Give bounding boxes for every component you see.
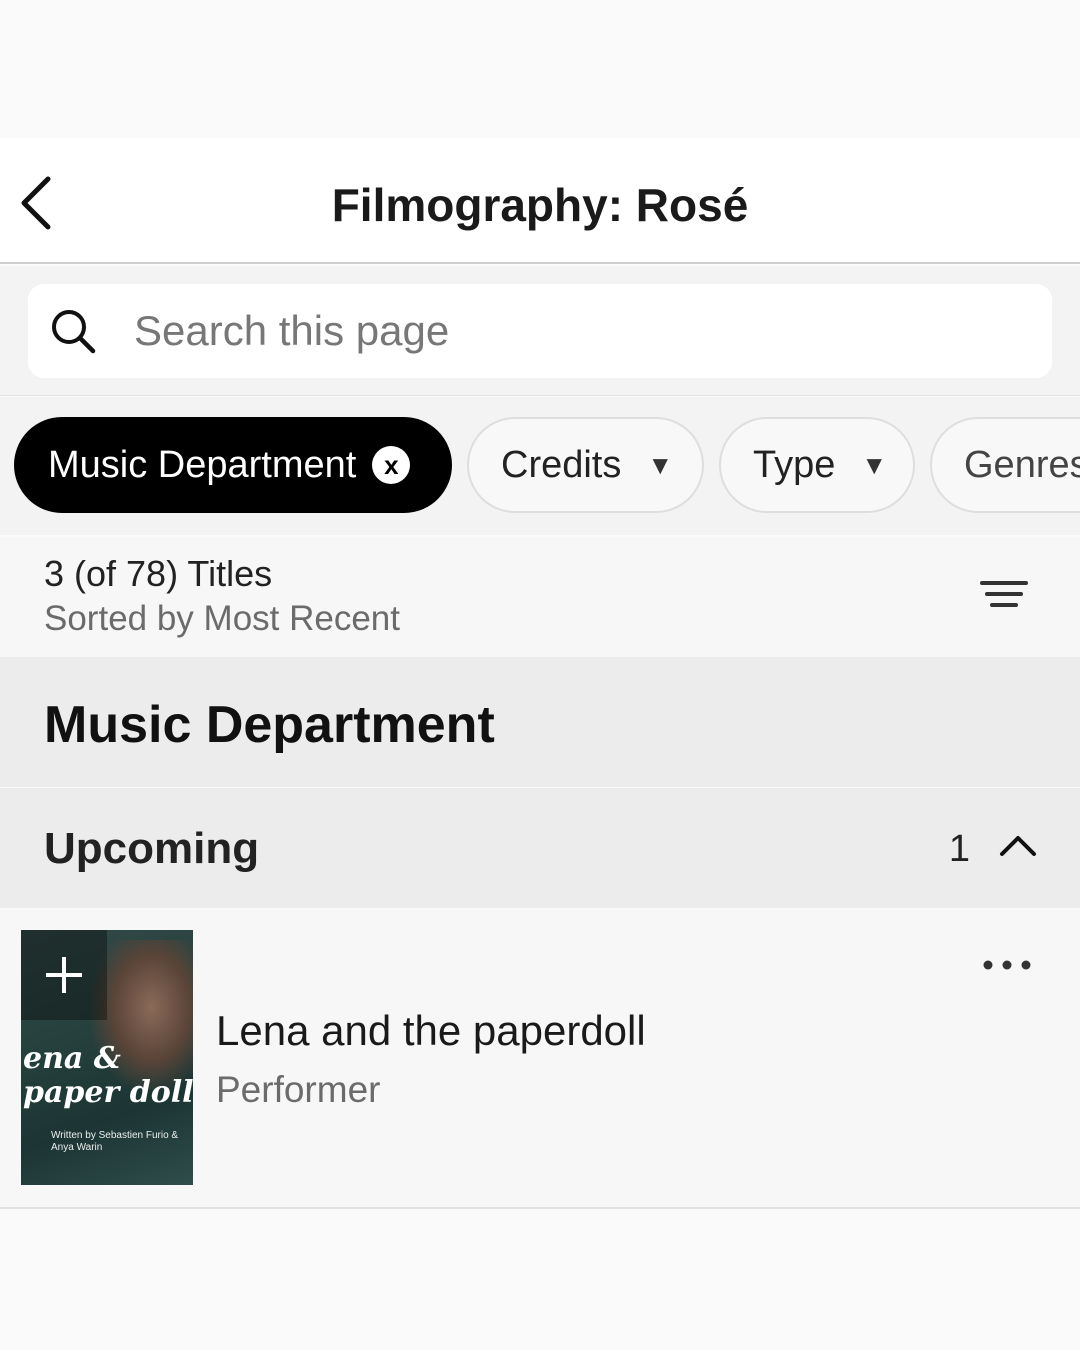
page-title: Filmography: Rosé (331, 179, 749, 231)
top-bar: Filmography: Rosé (0, 138, 1080, 264)
item-title[interactable]: Lena and the paperdoll (216, 1007, 646, 1055)
caret-down-icon: ▼ (647, 449, 674, 480)
list-item[interactable]: ena & paper doll Written by Sebastien Fu… (0, 909, 1080, 1209)
chip-label: Genres (964, 443, 1080, 486)
results-summary: 3 (of 78) Titles Sorted by Most Recent (0, 537, 1080, 657)
close-icon[interactable]: x (372, 446, 411, 484)
section-header: Music Department (0, 657, 1080, 787)
sort-icon[interactable] (980, 577, 1030, 617)
add-to-watchlist-button[interactable] (21, 930, 107, 1020)
group-title: Upcoming (44, 824, 260, 873)
filter-chip-genres[interactable]: Genres (930, 417, 1080, 513)
search-icon (52, 310, 96, 354)
search-area (0, 266, 1080, 396)
group-header-upcoming[interactable]: Upcoming 1 (0, 788, 1080, 908)
poster-image[interactable]: ena & paper doll Written by Sebastien Fu… (21, 930, 193, 1185)
chevron-up-icon[interactable] (998, 830, 1038, 860)
section-title: Music Department (44, 696, 495, 754)
search-box[interactable] (28, 284, 1052, 378)
item-role: Performer (216, 1069, 381, 1110)
filter-chip-type[interactable]: Type ▼ (719, 417, 915, 513)
poster-title: ena & paper doll (23, 1041, 193, 1110)
plus-icon (46, 957, 82, 993)
search-input[interactable] (134, 307, 1014, 355)
sort-order-label: Sorted by Most Recent (44, 599, 400, 638)
filter-chip-music-department[interactable]: Music Department x (14, 417, 452, 513)
chip-label: Type (753, 443, 836, 486)
filter-chip-credits[interactable]: Credits ▼ (467, 417, 704, 513)
chip-label: Music Department (48, 443, 357, 486)
more-horizontal-icon[interactable] (982, 955, 1032, 975)
caret-down-icon: ▼ (861, 449, 888, 480)
results-count: 3 (of 78) Titles (44, 553, 273, 594)
poster-credit: Written by Sebastien Furio & Anya Warin (51, 1130, 179, 1153)
chip-label: Credits (501, 443, 622, 486)
filter-chips: Music Department x Credits ▼ Type ▼ Genr… (0, 397, 1080, 535)
group-count: 1 (948, 828, 970, 870)
filmography-page: Filmography: Rosé Music Department x Cre… (0, 0, 1080, 1350)
